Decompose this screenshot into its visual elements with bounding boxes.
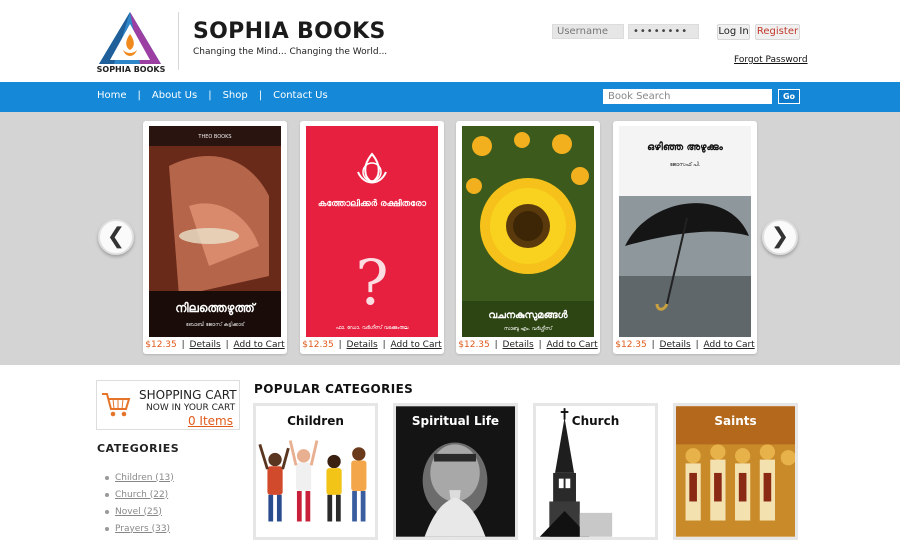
register-button[interactable]: Register (755, 24, 800, 40)
book-card[interactable]: THEO BOOKS നിലത്തെഴുത്ത് ബോബി ജോസ് കട്ടി… (143, 121, 287, 354)
nav-separator: | (258, 90, 263, 101)
category-item[interactable]: Novel (25) (105, 503, 174, 520)
chevron-right-icon[interactable]: ❯ (762, 219, 798, 255)
logo-text: SOPHIA BOOKS (96, 65, 166, 74)
book-cover-author: സാബു എം. വർഗ്ഗീസ് (504, 325, 554, 333)
book-cover-author: ജോസഫ് പി. (670, 161, 701, 168)
category-card-church[interactable]: Church (533, 403, 658, 540)
search-go-button[interactable]: Go (778, 89, 800, 104)
popular-categories-heading: POPULAR CATEGORIES (254, 382, 414, 396)
category-card-saints[interactable]: Saints (673, 403, 798, 540)
brand-tagline: Changing the Mind... Changing the World.… (193, 47, 388, 57)
book-meta: $12.35 | Details | Add to Cart (615, 340, 755, 350)
category-list: Children (13) Church (22) Novel (25) Pra… (105, 469, 174, 537)
site-header: SOPHIA BOOKS SOPHIA BOOKS Changing the M… (0, 0, 900, 82)
book-cover-title: ഒഴിഞ്ഞ അഴുക്കും (647, 140, 724, 154)
book-meta: $12.35 | Details | Add to Cart (145, 340, 285, 350)
book-cover-image[interactable]: വചനകുസുമങ്ങൾ സാബു എം. വർഗ്ഗീസ് (462, 126, 594, 337)
cart-title: SHOPPING CART (139, 388, 237, 402)
chevron-left-icon[interactable]: ❮ (98, 219, 134, 255)
cart-subtitle: NOW IN YOUR CART (146, 403, 236, 413)
login-button[interactable]: Log In (717, 24, 750, 40)
book-cover-author: ബോബി ജോസ് കട്ടിക്കാട് (186, 321, 246, 328)
category-link[interactable]: Novel (25) (115, 507, 162, 517)
book-meta: $12.35 | Details | Add to Cart (302, 340, 442, 350)
book-cover-image[interactable]: ഒഴിഞ്ഞ അഴുക്കും ജോസഫ് പി. (619, 126, 751, 337)
book-card[interactable]: ഒഴിഞ്ഞ അഴുക്കും ജോസഫ് പി. $12.35 | Detai… (613, 121, 757, 354)
add-to-cart-link[interactable]: Add to Cart (704, 340, 755, 350)
book-search-input[interactable]: Book Search (603, 89, 772, 104)
nav-about-us[interactable]: About Us (152, 90, 197, 101)
category-link[interactable]: Prayers (33) (115, 524, 170, 534)
categories-heading: CATEGORIES (97, 442, 180, 455)
category-card-label: Saints (714, 414, 757, 428)
nav-separator: | (137, 90, 141, 101)
bullet-icon (105, 492, 109, 497)
bullet-icon (105, 475, 109, 480)
nav-separator: | (208, 90, 212, 101)
nav-shop[interactable]: Shop (223, 90, 248, 101)
book-cover-title: വചനകുസുമങ്ങൾ (488, 309, 568, 322)
cart-item-count[interactable]: 0 Items (188, 414, 233, 428)
svg-text:?: ? (355, 246, 388, 319)
shopping-cart-widget[interactable]: SHOPPING CART NOW IN YOUR CART 0 Items (96, 380, 240, 430)
book-card[interactable]: കത്തോലിക്കർ രക്ഷിതരോ ? ഫാ. ഡോ. വർഗീസ് വട… (300, 121, 444, 354)
category-card-label: Church (571, 414, 620, 428)
category-link[interactable]: Church (22) (115, 490, 168, 500)
brand-name[interactable]: SOPHIA BOOKS (193, 19, 386, 44)
category-card-label: Children (287, 414, 344, 428)
forgot-password-link[interactable]: Forgot Password (734, 55, 808, 65)
book-details-link[interactable]: Details (660, 340, 691, 350)
bullet-icon (105, 509, 109, 514)
password-input[interactable]: •••••••• (628, 24, 699, 39)
add-to-cart-link[interactable]: Add to Cart (234, 340, 285, 350)
category-item[interactable]: Children (13) (105, 469, 174, 486)
shopping-cart-icon (102, 393, 131, 417)
book-meta: $12.35 | Details | Add to Cart (458, 340, 598, 350)
add-to-cart-link[interactable]: Add to Cart (391, 340, 442, 350)
category-card-spiritual-life[interactable]: Spiritual Life (393, 403, 518, 540)
book-price: $12.35 (302, 340, 334, 350)
bullet-icon (105, 526, 109, 531)
nav-contact-us[interactable]: Contact Us (273, 90, 328, 101)
book-cover-title: കത്തോലിക്കർ രക്ഷിതരോ (318, 197, 427, 209)
add-to-cart-link[interactable]: Add to Cart (547, 340, 598, 350)
book-cover-title: നിലത്തെഴുത്ത് (175, 301, 256, 317)
category-card-children[interactable]: Children (253, 403, 378, 540)
book-price: $12.35 (615, 340, 647, 350)
username-input[interactable]: Username (552, 24, 624, 39)
book-cover-image[interactable]: THEO BOOKS നിലത്തെഴുത്ത് ബോബി ജോസ് കട്ടി… (149, 126, 281, 337)
book-cover-image[interactable]: കത്തോലിക്കർ രക്ഷിതരോ ? ഫാ. ഡോ. വർഗീസ് വട… (306, 126, 438, 337)
book-price: $12.35 (458, 340, 490, 350)
book-details-link[interactable]: Details (190, 340, 221, 350)
book-price: $12.35 (145, 340, 177, 350)
header-divider (178, 12, 179, 70)
category-item[interactable]: Prayers (33) (105, 520, 174, 537)
book-details-link[interactable]: Details (503, 340, 534, 350)
book-publisher: THEO BOOKS (197, 134, 231, 140)
nav-home[interactable]: Home (97, 90, 127, 101)
category-item[interactable]: Church (22) (105, 486, 174, 503)
book-card[interactable]: വചനകുസുമങ്ങൾ സാബു എം. വർഗ്ഗീസ് $12.35 | … (456, 121, 600, 354)
category-card-label: Spiritual Life (411, 414, 500, 428)
category-link[interactable]: Children (13) (115, 473, 174, 483)
book-cover-author: ഫാ. ഡോ. വർഗീസ് വടക്കുംതല (336, 324, 409, 331)
book-details-link[interactable]: Details (347, 340, 378, 350)
